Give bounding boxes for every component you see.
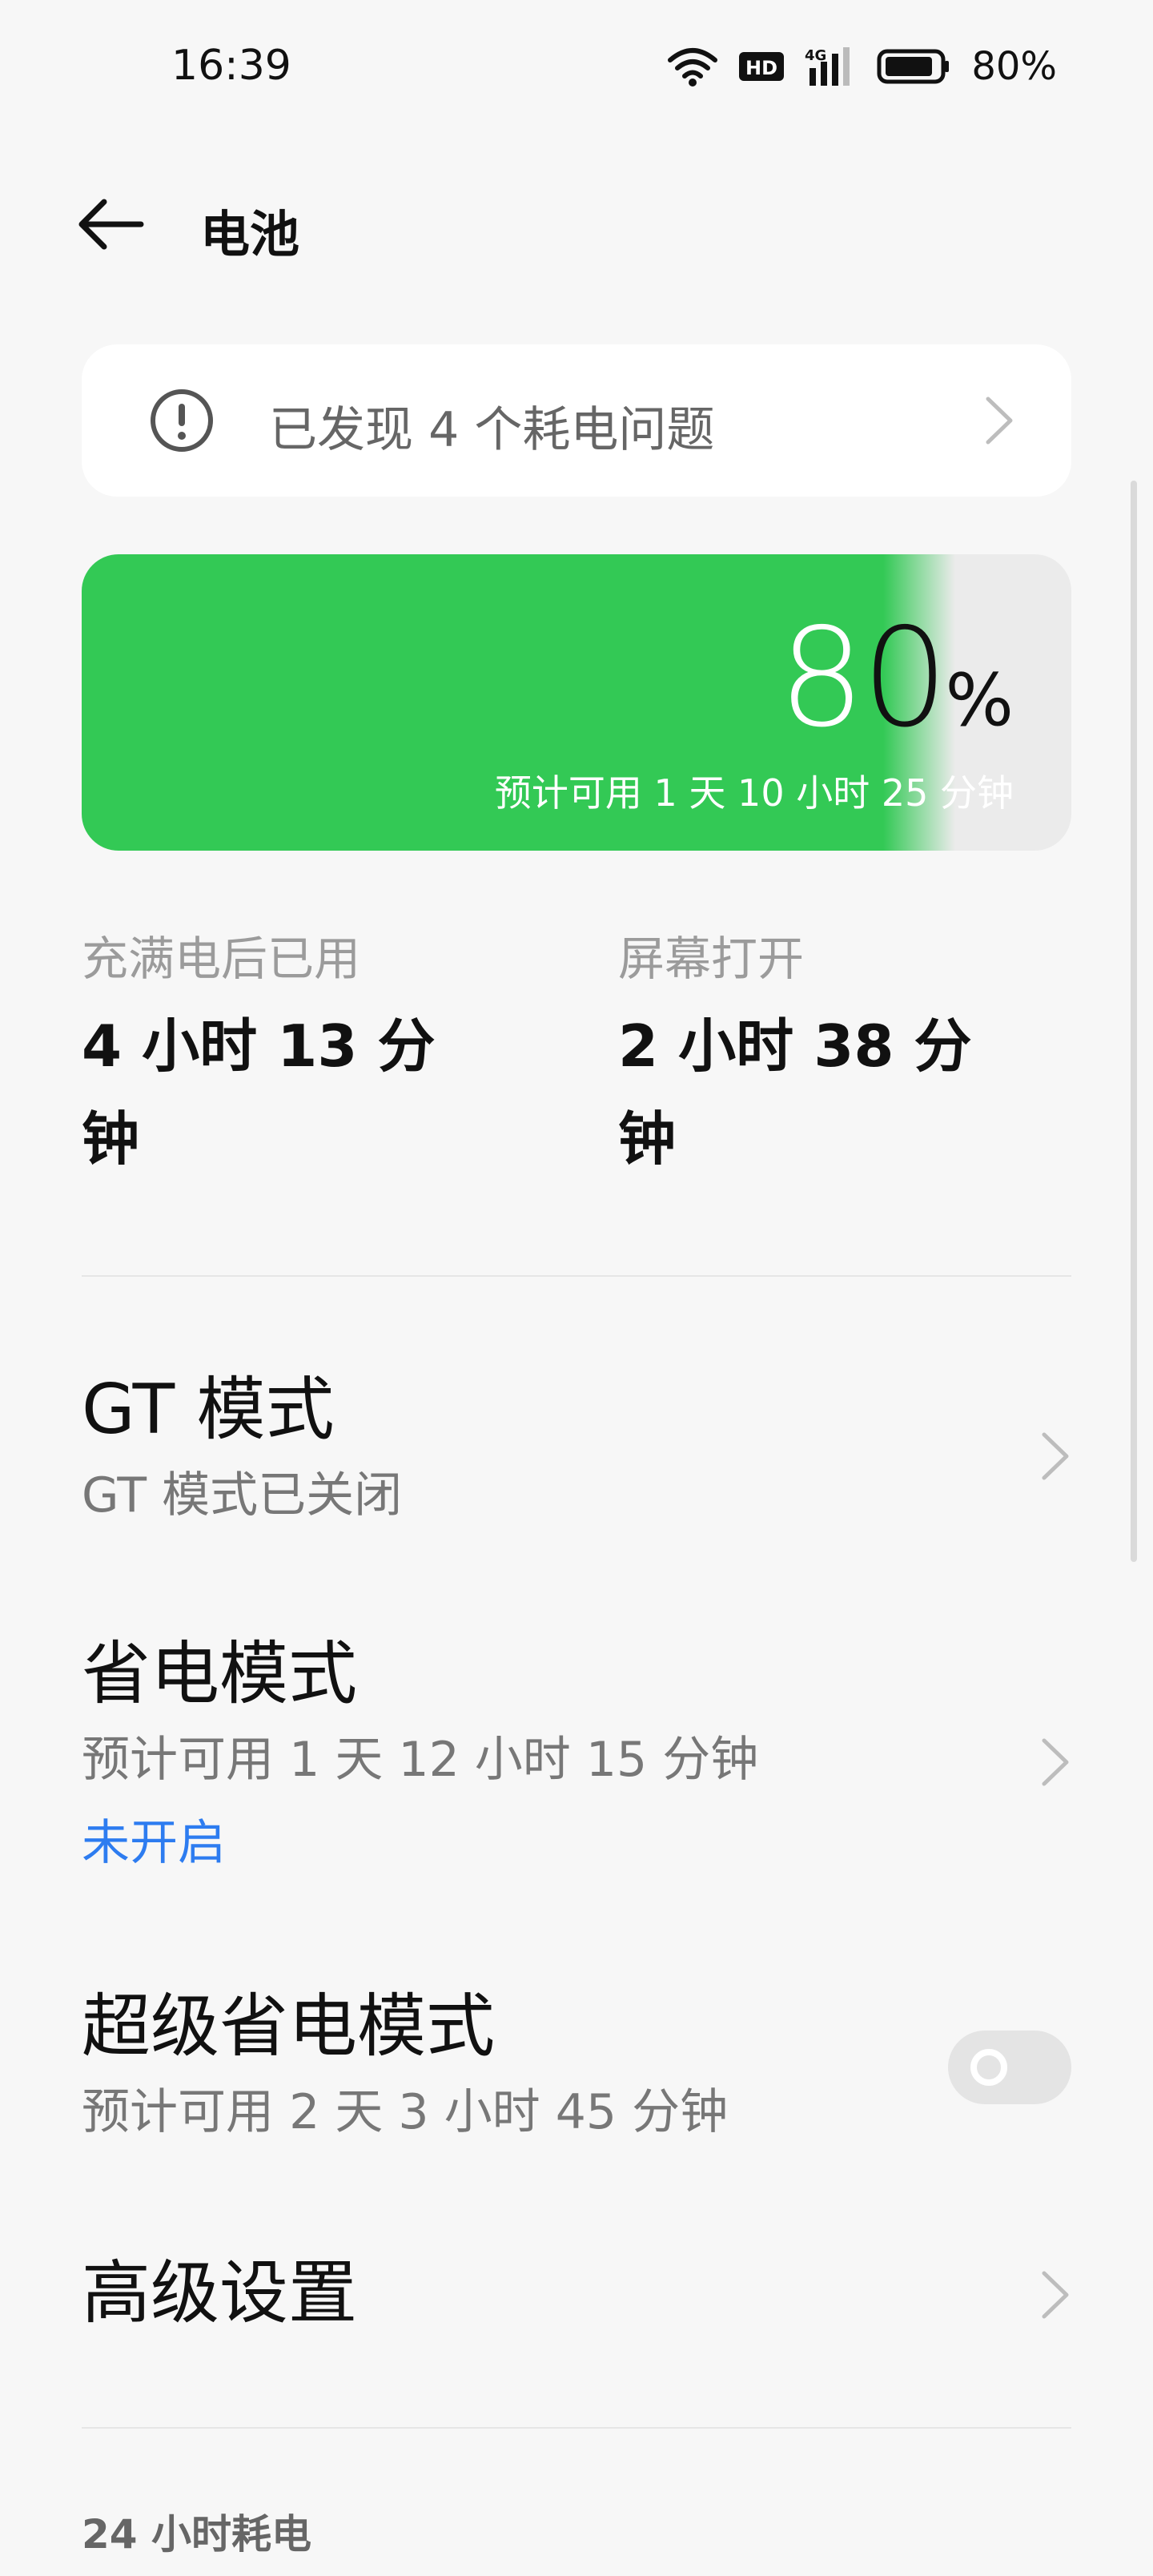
since-charge-stat: 充满电后已用 4 小时 13 分 钟	[82, 921, 530, 1185]
app-bar: 电池	[0, 176, 1153, 272]
battery-percent-digits: 80	[778, 599, 948, 758]
status-icons: HD 4G 80%	[667, 38, 1057, 95]
chevron-right-icon	[1042, 1738, 1069, 1786]
page-title: 电池	[200, 205, 300, 264]
arrow-left-icon[interactable]	[74, 195, 144, 253]
screen-on-stat: 屏幕打开 2 小时 38 分 钟	[618, 921, 1067, 1185]
gt-mode-title: GT 模式	[82, 1370, 335, 1450]
wifi-icon	[668, 48, 718, 87]
super-power-saving-row: 超级省电模式 预计可用 2 天 3 小时 45 分钟	[82, 1982, 1071, 2175]
gt-mode-subtitle: GT 模式已关闭	[82, 1467, 403, 1523]
hd-icon: HD	[739, 52, 785, 81]
alert-circle-icon	[151, 389, 213, 452]
signal-4g-icon: 4G	[805, 47, 850, 86]
usage-24h-section-label: 24 小时耗电	[82, 2511, 311, 2558]
screen-on-value-line2: 钟	[618, 1105, 677, 1173]
usage-stats: 充满电后已用 4 小时 13 分 钟 屏幕打开 2 小时 38 分 钟	[82, 921, 1071, 1201]
power-saving-subtitle: 预计可用 1 天 12 小时 15 分钟	[82, 1732, 759, 1788]
battery-percent-digit: 0	[862, 599, 948, 758]
super-power-saving-toggle[interactable]	[948, 2031, 1071, 2104]
since-charge-label: 充满电后已用	[82, 932, 361, 986]
status-time: 16:39	[171, 42, 291, 90]
super-power-saving-subtitle: 预计可用 2 天 3 小时 45 分钟	[82, 2084, 729, 2140]
divider	[82, 2427, 1071, 2429]
battery-estimate: 预计可用 1 天 10 小时 25 分钟	[494, 771, 1014, 815]
svg-text:4G: 4G	[805, 47, 826, 64]
battery-icon	[877, 49, 950, 84]
toggle-knob	[970, 2049, 1007, 2086]
chevron-right-icon	[1042, 2271, 1069, 2319]
since-charge-value-line2: 钟	[82, 1105, 140, 1173]
super-power-saving-title: 超级省电模式	[82, 1986, 495, 2067]
battery-issues-card[interactable]: 已发现 4 个耗电问题	[82, 344, 1071, 497]
chevron-right-icon	[986, 396, 1013, 445]
power-saving-row[interactable]: 省电模式 预计可用 1 天 12 小时 15 分钟 未开启	[82, 1630, 1071, 1902]
gt-mode-row[interactable]: GT 模式 GT 模式已关闭	[82, 1366, 1071, 1558]
screen-on-value: 2 小时 38 分 钟	[618, 1000, 1067, 1185]
battery-percent-sign: %	[945, 658, 1014, 743]
power-saving-title: 省电模式	[82, 1634, 357, 1714]
screen-on-label: 屏幕打开	[618, 932, 805, 986]
battery-level-card: 80% 预计可用 1 天 10 小时 25 分钟	[82, 554, 1071, 851]
svg-text:HD: HD	[745, 57, 777, 79]
battery-percent-text: 80%	[971, 44, 1057, 89]
battery-percentage: 80%	[778, 610, 1014, 747]
status-bar: 16:39 HD 4G 80%	[0, 0, 1153, 132]
since-charge-value: 4 小时 13 分 钟	[82, 1000, 530, 1185]
power-saving-status: 未开启	[82, 1815, 226, 1871]
advanced-settings-title: 高级设置	[82, 2253, 357, 2333]
divider	[82, 1275, 1071, 1277]
screen-on-value-line1: 2 小时 38 分	[618, 1012, 972, 1080]
battery-percent-digit: 8	[778, 599, 865, 758]
battery-issues-text: 已发现 4 个耗电问题	[269, 402, 715, 458]
scrollbar[interactable]	[1131, 481, 1137, 1562]
advanced-settings-row[interactable]: 高级设置	[82, 2249, 1071, 2345]
chevron-right-icon	[1042, 1432, 1069, 1480]
since-charge-value-line1: 4 小时 13 分	[82, 1012, 436, 1080]
